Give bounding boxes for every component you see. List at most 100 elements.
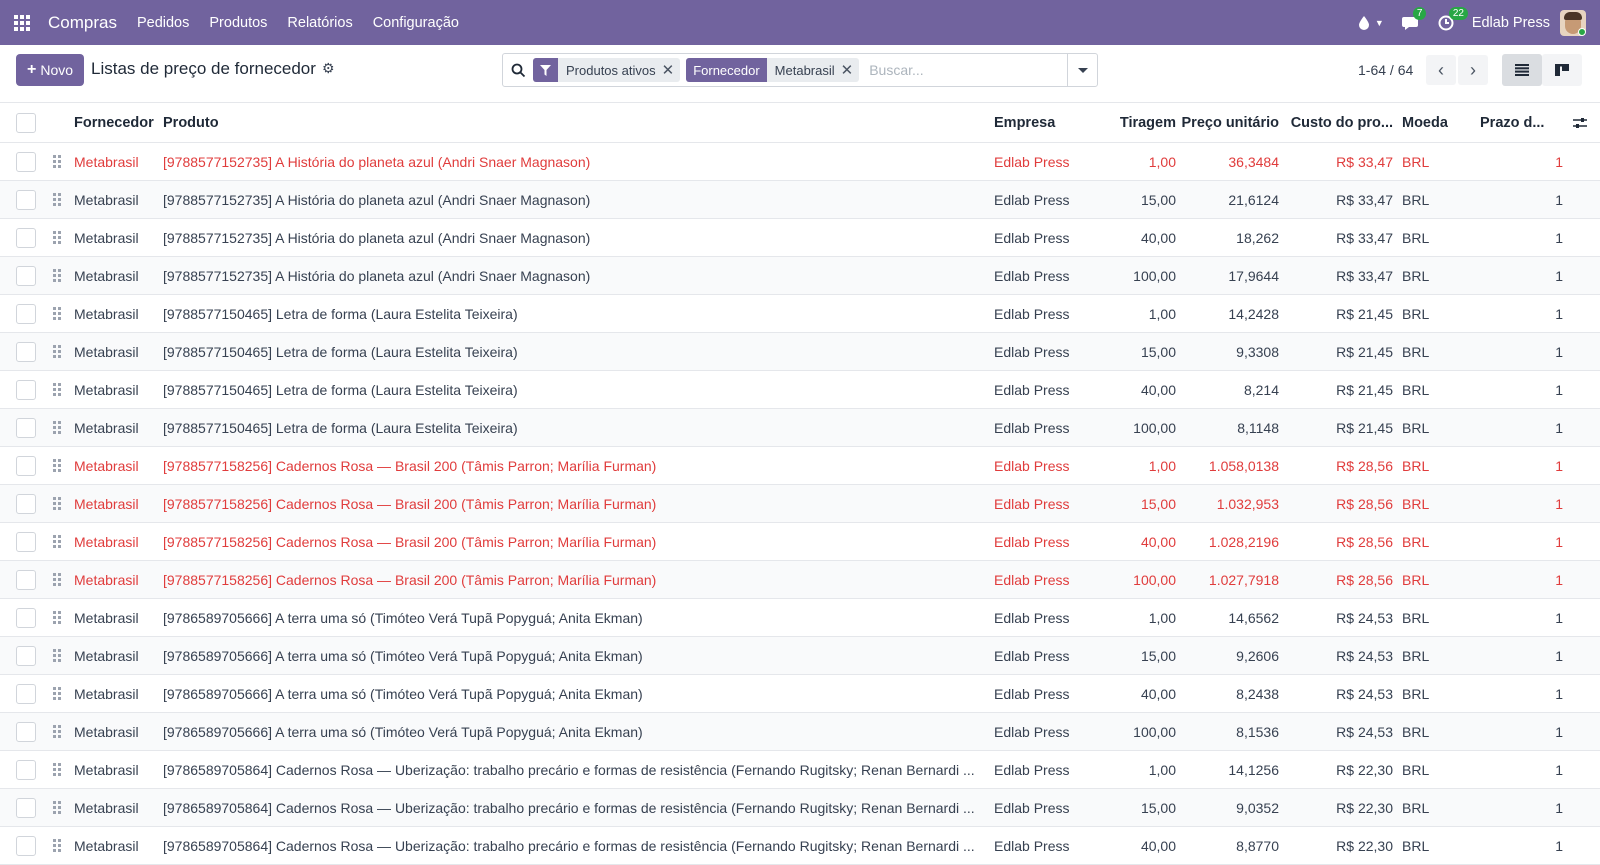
table-row[interactable]: Metabrasil [9788577158256] Cadernos Rosa … (0, 485, 1600, 523)
cell-tiragem[interactable]: 15,00 (1096, 485, 1176, 522)
cell-tiragem[interactable]: 40,00 (1096, 827, 1176, 864)
cell-prazo[interactable]: 1 (1480, 523, 1563, 560)
cell-empresa[interactable]: Edlab Press (994, 561, 1089, 598)
row-checkbox[interactable] (16, 189, 36, 210)
cell-empresa[interactable]: Edlab Press (994, 827, 1089, 864)
row-checkbox[interactable] (16, 645, 36, 666)
cell-custo-produto[interactable]: R$ 28,56 (1286, 485, 1393, 522)
table-row[interactable]: Metabrasil [9786589705666] A terra uma só… (0, 675, 1600, 713)
cell-custo-produto[interactable]: R$ 33,47 (1286, 181, 1393, 218)
row-checkbox[interactable] (16, 531, 36, 552)
cell-moeda[interactable]: BRL (1402, 257, 1462, 294)
cell-empresa[interactable]: Edlab Press (994, 485, 1089, 522)
cell-produto[interactable]: [9788577150465] Letra de forma (Laura Es… (163, 295, 981, 332)
table-row[interactable]: Metabrasil [9788577158256] Cadernos Rosa … (0, 447, 1600, 485)
cell-empresa[interactable]: Edlab Press (994, 257, 1089, 294)
cell-moeda[interactable]: BRL (1402, 333, 1462, 370)
cell-preco-unitario[interactable]: 8,1536 (1180, 713, 1279, 750)
cell-tiragem[interactable]: 40,00 (1096, 371, 1176, 408)
cell-empresa[interactable]: Edlab Press (994, 295, 1089, 332)
cell-prazo[interactable]: 1 (1480, 371, 1563, 408)
cell-moeda[interactable]: BRL (1402, 523, 1462, 560)
cell-custo-produto[interactable]: R$ 21,45 (1286, 295, 1393, 332)
drag-handle-icon[interactable] (53, 648, 61, 663)
table-row[interactable]: Metabrasil [9786589705864] Cadernos Rosa … (0, 827, 1600, 865)
col-moeda[interactable]: Moeda (1402, 103, 1462, 142)
cell-custo-produto[interactable]: R$ 28,56 (1286, 523, 1393, 560)
drag-handle-icon[interactable] (53, 762, 61, 777)
cell-preco-unitario[interactable]: 9,2606 (1180, 637, 1279, 674)
cell-fornecedor[interactable]: Metabrasil (74, 181, 156, 218)
cell-preco-unitario[interactable]: 9,0352 (1180, 789, 1279, 826)
cell-custo-produto[interactable]: R$ 33,47 (1286, 257, 1393, 294)
cell-prazo[interactable]: 1 (1480, 219, 1563, 256)
drag-handle-icon[interactable] (53, 306, 61, 321)
cell-custo-produto[interactable]: R$ 28,56 (1286, 447, 1393, 484)
table-row[interactable]: Metabrasil [9788577152735] A História do … (0, 143, 1600, 181)
table-row[interactable]: Metabrasil [9786589705864] Cadernos Rosa … (0, 751, 1600, 789)
drop-icon[interactable]: ▼ (1356, 15, 1384, 31)
search-icon[interactable] (503, 54, 533, 86)
cell-prazo[interactable]: 1 (1480, 713, 1563, 750)
drag-handle-icon[interactable] (53, 154, 61, 169)
drag-handle-icon[interactable] (53, 382, 61, 397)
table-row[interactable]: Metabrasil [9788577150465] Letra de forma… (0, 295, 1600, 333)
drag-handle-icon[interactable] (53, 800, 61, 815)
cell-tiragem[interactable]: 1,00 (1096, 295, 1176, 332)
row-checkbox[interactable] (16, 569, 36, 590)
cell-preco-unitario[interactable]: 8,1148 (1180, 409, 1279, 446)
cell-produto[interactable]: [9788577158256] Cadernos Rosa — Brasil 2… (163, 561, 981, 598)
cell-produto[interactable]: [9786589705864] Cadernos Rosa — Uberizaç… (163, 789, 981, 826)
cell-preco-unitario[interactable]: 14,2428 (1180, 295, 1279, 332)
cell-produto[interactable]: [9788577158256] Cadernos Rosa — Brasil 2… (163, 447, 981, 484)
cell-moeda[interactable]: BRL (1402, 447, 1462, 484)
user-avatar[interactable] (1560, 9, 1586, 36)
cell-fornecedor[interactable]: Metabrasil (74, 447, 156, 484)
cell-fornecedor[interactable]: Metabrasil (74, 333, 156, 370)
drag-handle-icon[interactable] (53, 192, 61, 207)
cell-custo-produto[interactable]: R$ 24,53 (1286, 675, 1393, 712)
cell-empresa[interactable]: Edlab Press (994, 219, 1089, 256)
row-checkbox[interactable] (16, 683, 36, 704)
cell-prazo[interactable]: 1 (1480, 257, 1563, 294)
cell-moeda[interactable]: BRL (1402, 751, 1462, 788)
row-checkbox[interactable] (16, 721, 36, 742)
cell-tiragem[interactable]: 100,00 (1096, 561, 1176, 598)
cell-moeda[interactable]: BRL (1402, 637, 1462, 674)
cell-prazo[interactable]: 1 (1480, 751, 1563, 788)
menu-relatorios[interactable]: Relatórios (287, 15, 352, 31)
cell-empresa[interactable]: Edlab Press (994, 637, 1089, 674)
cell-tiragem[interactable]: 40,00 (1096, 219, 1176, 256)
drag-handle-icon[interactable] (53, 496, 61, 511)
drag-handle-icon[interactable] (53, 686, 61, 701)
cell-produto[interactable]: [9786589705666] A terra uma só (Timóteo … (163, 713, 981, 750)
cell-produto[interactable]: [9786589705666] A terra uma só (Timóteo … (163, 599, 981, 636)
cell-fornecedor[interactable]: Metabrasil (74, 143, 156, 180)
cell-moeda[interactable]: BRL (1402, 295, 1462, 332)
drag-handle-icon[interactable] (53, 268, 61, 283)
user-menu[interactable]: Edlab Press (1472, 15, 1550, 31)
kanban-view-button[interactable] (1542, 54, 1582, 86)
cell-preco-unitario[interactable]: 18,262 (1180, 219, 1279, 256)
row-checkbox[interactable] (16, 303, 36, 324)
cell-produto[interactable]: [9786589705666] A terra uma só (Timóteo … (163, 637, 981, 674)
cell-fornecedor[interactable]: Metabrasil (74, 561, 156, 598)
cell-preco-unitario[interactable]: 1.028,2196 (1180, 523, 1279, 560)
menu-produtos[interactable]: Produtos (209, 15, 267, 31)
cell-prazo[interactable]: 1 (1480, 447, 1563, 484)
list-view-button[interactable] (1502, 54, 1542, 86)
row-checkbox[interactable] (16, 759, 36, 780)
cell-custo-produto[interactable]: R$ 33,47 (1286, 143, 1393, 180)
cell-prazo[interactable]: 1 (1480, 675, 1563, 712)
cell-produto[interactable]: [9788577158256] Cadernos Rosa — Brasil 2… (163, 523, 981, 560)
cell-empresa[interactable]: Edlab Press (994, 751, 1089, 788)
drag-handle-icon[interactable] (53, 458, 61, 473)
cell-tiragem[interactable]: 40,00 (1096, 675, 1176, 712)
table-row[interactable]: Metabrasil [9788577158256] Cadernos Rosa … (0, 561, 1600, 599)
table-row[interactable]: Metabrasil [9788577158256] Cadernos Rosa … (0, 523, 1600, 561)
cell-fornecedor[interactable]: Metabrasil (74, 485, 156, 522)
cell-prazo[interactable]: 1 (1480, 295, 1563, 332)
cell-empresa[interactable]: Edlab Press (994, 675, 1089, 712)
cell-custo-produto[interactable]: R$ 22,30 (1286, 827, 1393, 864)
cell-fornecedor[interactable]: Metabrasil (74, 675, 156, 712)
